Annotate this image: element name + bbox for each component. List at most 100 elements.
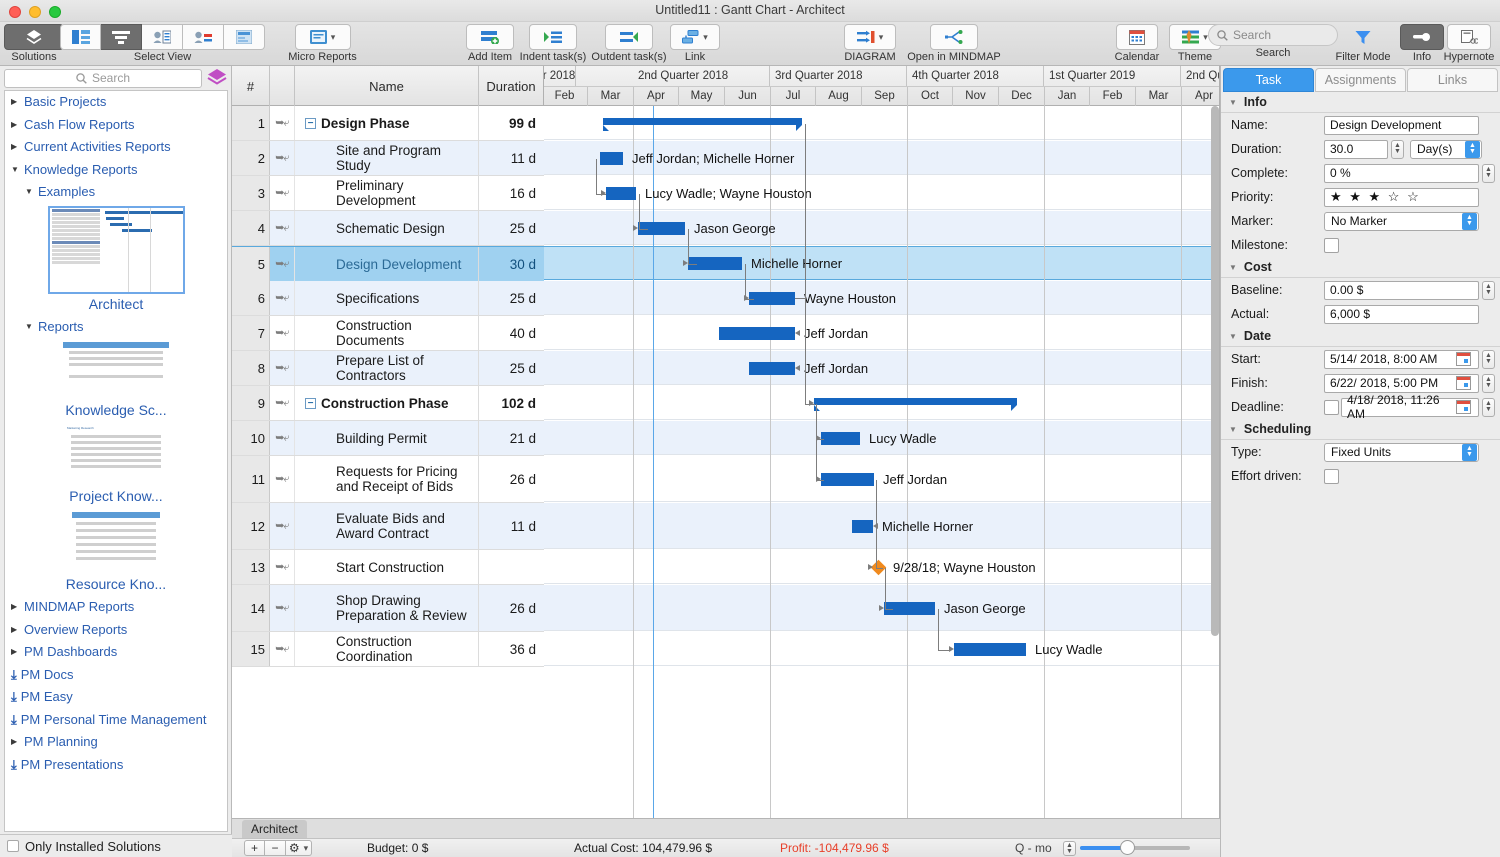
table-row[interactable]: 5➥⤶Design Development30 d [232, 246, 544, 281]
task-name-cell[interactable]: Design Development [295, 247, 479, 281]
collapse-expander-icon[interactable]: − [305, 118, 316, 129]
gear-button[interactable]: ⚙▾ [286, 840, 312, 856]
download-icon[interactable] [11, 687, 17, 708]
chevron-down-icon[interactable]: ▾ [331, 32, 336, 43]
table-row[interactable]: 4➥⤶Schematic Design25 d [232, 211, 544, 246]
sidebar-item-overview-reports[interactable]: Overview Reports [5, 619, 227, 642]
table-row[interactable]: 3➥⤶Preliminary Development16 d [232, 176, 544, 211]
calendar-icon[interactable] [1456, 400, 1471, 414]
calendar-icon[interactable] [1456, 352, 1471, 366]
resource-sheet-icon[interactable] [142, 24, 183, 50]
complete-stepper[interactable]: ▲▼ [1482, 164, 1495, 183]
task-duration-cell[interactable]: 40 d [479, 316, 544, 350]
gantt-summary-bar[interactable] [814, 398, 1017, 405]
gantt-task-bar[interactable] [749, 362, 795, 375]
task-duration-cell[interactable]: 25 d [479, 211, 544, 245]
gantt-view-icon[interactable] [101, 24, 142, 50]
table-row[interactable]: 6➥⤶Specifications25 d [232, 281, 544, 316]
task-name-cell[interactable]: Specifications [295, 281, 479, 315]
zoom-slider-knob[interactable] [1120, 840, 1135, 855]
gantt-task-bar[interactable] [606, 187, 636, 200]
duration-unit-select[interactable]: Day(s) ▲▼ [1410, 140, 1482, 159]
gantt-task-bar[interactable] [719, 327, 795, 340]
board-view-icon[interactable] [60, 24, 101, 50]
sidebar-item-mindmap-reports[interactable]: MINDMAP Reports [5, 596, 227, 619]
baseline-field[interactable]: 0.00 $ [1324, 281, 1479, 300]
task-duration-cell[interactable]: 36 d [479, 632, 544, 666]
actual-field[interactable]: 6,000 $ [1324, 305, 1479, 324]
task-duration-cell[interactable]: 11 d [479, 503, 544, 549]
gantt-task-bar[interactable] [821, 432, 860, 445]
only-installed-solutions-row[interactable]: Only Installed Solutions [0, 834, 232, 857]
sidebar-item-reports[interactable]: Reports [5, 316, 227, 339]
link-indicator-icon[interactable]: ➥⤶ [270, 106, 295, 140]
start-stepper[interactable]: ▲▼ [1482, 350, 1495, 369]
complete-field[interactable]: 0 % [1324, 164, 1479, 183]
zoom-slider[interactable] [1080, 846, 1190, 850]
task-name-cell[interactable]: Construction Coordination [295, 632, 479, 666]
hypernote-button[interactable] [1447, 24, 1491, 50]
task-duration-cell[interactable] [479, 550, 544, 584]
open-in-mindmap-button[interactable] [930, 24, 978, 50]
priority-field[interactable]: ★ ★ ★ ☆ ☆ [1324, 188, 1479, 207]
calendar-icon[interactable] [1456, 376, 1471, 390]
table-row[interactable]: 12➥⤶Evaluate Bids and Award Contract11 d [232, 503, 544, 550]
sidebar-thumb-project[interactable]: Marketing Research [5, 422, 227, 486]
link-indicator-icon[interactable]: ➥⤶ [270, 316, 295, 350]
architect-logo-icon[interactable] [206, 68, 228, 88]
gantt-row[interactable] [544, 316, 1220, 350]
sidebar-item-pm-easy[interactable]: PM Easy [5, 686, 227, 709]
link-indicator-icon[interactable]: ➥⤶ [270, 141, 295, 175]
sidebar-item-pm-personal-time-management[interactable]: PM Personal Time Management [5, 709, 227, 732]
disclosure-triangle-icon[interactable] [11, 642, 20, 663]
table-row[interactable]: 1➥⤶−Design Phase99 d [232, 106, 544, 141]
column-header-name[interactable]: Name [295, 66, 479, 106]
table-row[interactable]: 2➥⤶Site and Program Study11 d [232, 141, 544, 176]
task-name-cell[interactable]: Construction Documents [295, 316, 479, 350]
sidebar-item-cash-flow-reports[interactable]: Cash Flow Reports [5, 114, 227, 137]
link-indicator-icon[interactable]: ➥⤶ [270, 550, 295, 584]
tab-task[interactable]: Task [1223, 68, 1314, 92]
architect-thumbnail[interactable] [48, 206, 185, 294]
gantt-task-bar[interactable] [852, 520, 873, 533]
task-duration-cell[interactable]: 30 d [479, 247, 544, 281]
filter-mode-button[interactable] [1342, 24, 1384, 50]
start-field[interactable]: 5/14/ 2018, 8:00 AM [1324, 350, 1479, 369]
deadline-checkbox[interactable] [1324, 400, 1339, 415]
link-indicator-icon[interactable]: ➥⤶ [270, 456, 295, 502]
task-name-cell[interactable]: Prepare List of Contractors [295, 351, 479, 385]
task-duration-cell[interactable]: 26 d [479, 585, 544, 631]
gantt-summary-bar[interactable] [603, 118, 802, 125]
milestone-checkbox[interactable] [1324, 238, 1339, 253]
download-icon[interactable] [11, 710, 17, 731]
section-header-scheduling[interactable]: ▼ Scheduling [1221, 419, 1500, 440]
finish-stepper[interactable]: ▲▼ [1482, 374, 1495, 393]
link-indicator-icon[interactable]: ➥⤶ [270, 247, 295, 281]
baseline-stepper[interactable]: ▲▼ [1482, 281, 1495, 300]
disclosure-triangle-icon[interactable] [11, 732, 20, 753]
column-header-icon[interactable] [270, 66, 295, 106]
task-name-cell[interactable]: Start Construction [295, 550, 479, 584]
sidebar-item-examples[interactable]: Examples [5, 181, 227, 204]
download-icon[interactable] [11, 755, 17, 776]
project-thumbnail[interactable]: Marketing Research [61, 424, 171, 486]
gantt-row[interactable] [544, 632, 1220, 666]
micro-reports-button[interactable]: ▾ [295, 24, 351, 50]
table-row[interactable]: 14➥⤶Shop Drawing Preparation & Review26 … [232, 585, 544, 632]
tab-assignments[interactable]: Assignments [1315, 68, 1406, 92]
add-item-button[interactable] [466, 24, 514, 50]
task-duration-cell[interactable]: 21 d [479, 421, 544, 455]
link-indicator-icon[interactable]: ➥⤶ [270, 585, 295, 631]
vertical-scrollbar[interactable] [1211, 106, 1219, 636]
link-button[interactable]: ▾ [670, 24, 720, 50]
disclosure-triangle-icon[interactable] [11, 160, 20, 181]
section-header-date[interactable]: ▼ Date [1221, 326, 1500, 347]
sidebar-item-pm-docs[interactable]: PM Docs [5, 664, 227, 687]
task-duration-cell[interactable]: 26 d [479, 456, 544, 502]
disclosure-triangle-icon[interactable] [25, 317, 34, 338]
task-name-cell[interactable]: Site and Program Study [295, 141, 479, 175]
table-row[interactable]: 15➥⤶Construction Coordination36 d [232, 632, 544, 667]
table-row[interactable]: 9➥⤶−Construction Phase102 d [232, 386, 544, 421]
gantt-row[interactable] [544, 246, 1220, 280]
knowledge-thumbnail[interactable] [61, 340, 171, 400]
